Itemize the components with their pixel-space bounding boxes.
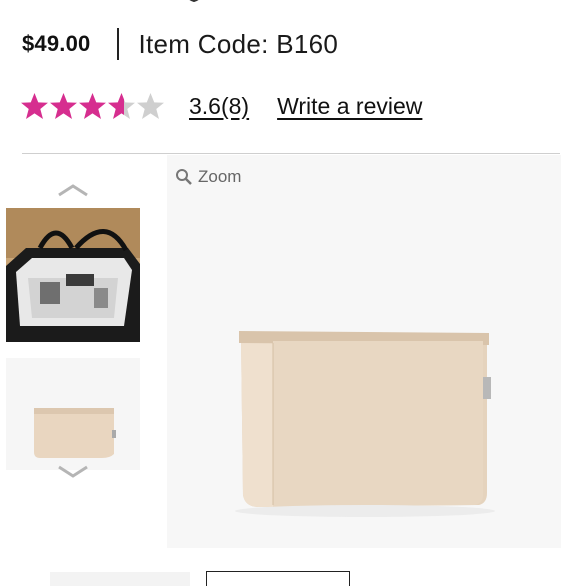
price-row: $49.00 Item Code: B160	[22, 26, 338, 62]
star-icon	[108, 93, 135, 119]
product-title-partial	[40, 0, 540, 7]
separator	[116, 28, 119, 60]
star-icon	[137, 93, 164, 119]
write-review-link[interactable]: Write a review	[277, 93, 422, 120]
divider	[22, 153, 560, 154]
item-code: Item Code: B160	[138, 28, 339, 59]
bottom-button-right[interactable]	[206, 571, 350, 586]
star-icon	[50, 93, 77, 119]
rating-count: (8)	[220, 92, 250, 119]
thumbnail-carousel	[0, 168, 150, 498]
main-product-image[interactable]: Zoom	[167, 155, 561, 548]
star-rating	[20, 92, 165, 120]
rating-score: 3.6	[189, 92, 221, 119]
rating-summary-link[interactable]: 3.6(8)	[189, 93, 249, 120]
chevron-down-icon[interactable]	[56, 464, 90, 480]
thumbnail-organizer[interactable]	[6, 358, 140, 470]
star-icon	[79, 93, 106, 119]
thumbnail-tote-interior[interactable]	[6, 208, 140, 342]
bottom-button-left[interactable]	[50, 572, 190, 586]
price: $49.00	[22, 31, 91, 56]
rating-row: 3.6(8) Write a review	[20, 86, 422, 126]
star-icon	[21, 93, 48, 119]
chevron-up-icon[interactable]	[56, 182, 90, 198]
organizer-insert-illustration	[235, 331, 495, 517]
